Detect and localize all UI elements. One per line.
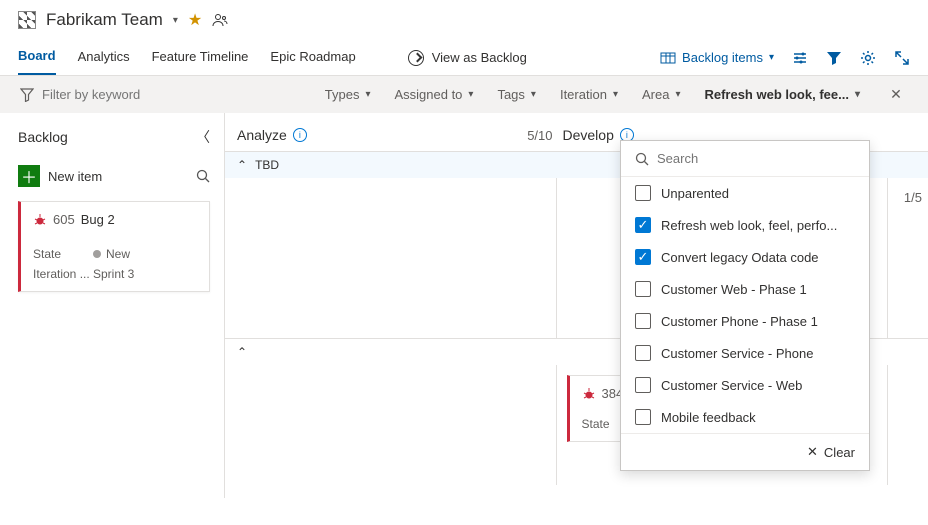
page-header: Fabrikam Team ▾ ★ [0, 0, 928, 40]
card-title-text: Bug 2 [81, 212, 115, 227]
filter-keyword[interactable] [20, 87, 210, 102]
filter-icon[interactable] [826, 50, 842, 66]
filter-bar: Types▾ Assigned to▾ Tags▾ Iteration▾ Are… [0, 76, 928, 113]
iteration-value: Sprint 3 [93, 267, 197, 281]
state-label: State [33, 247, 93, 261]
new-item-button[interactable]: ＋ [18, 165, 40, 187]
team-icon [18, 11, 36, 29]
dropdown-item-convert[interactable]: ✓Convert legacy Odata code [621, 241, 869, 273]
filter-area[interactable]: Area▾ [642, 87, 681, 102]
filter-parent[interactable]: Refresh web look, fee...▾ [704, 87, 860, 102]
funnel-icon [20, 88, 34, 102]
chevron-down-icon: ⌃ [237, 345, 247, 359]
gear-icon[interactable] [860, 50, 876, 66]
dropdown-search[interactable] [621, 141, 869, 177]
filter-tags[interactable]: Tags▾ [497, 87, 536, 102]
backlog-items-label: Backlog items [682, 50, 763, 65]
chevron-down-icon[interactable]: ▾ [173, 15, 178, 26]
filter-keyword-input[interactable] [42, 87, 182, 102]
column-right-wip: 1/5 [904, 190, 922, 205]
swim-cell-right-2[interactable] [888, 365, 928, 485]
expand-icon[interactable] [894, 50, 910, 66]
checkbox-checked-icon[interactable]: ✓ [635, 249, 651, 265]
tab-actions: Backlog items ▾ [660, 50, 910, 66]
search-icon [635, 152, 649, 166]
checkbox-icon[interactable] [635, 409, 651, 425]
close-icon: ✕ [807, 444, 818, 460]
dropdown-item-customer-phone[interactable]: Customer Phone - Phase 1 [621, 305, 869, 337]
filter-groups: Types▾ Assigned to▾ Tags▾ Iteration▾ Are… [325, 86, 908, 103]
collapse-sidebar-button[interactable]: 〈 [196, 127, 210, 147]
chevron-down-icon: ▾ [613, 89, 618, 100]
dropdown-list[interactable]: Unparented ✓Refresh web look, feel, perf… [621, 177, 869, 433]
bug-icon [582, 387, 596, 401]
wip-analyze: 5/10 [527, 128, 552, 143]
dropdown-item-service-phone[interactable]: Customer Service - Phone [621, 337, 869, 369]
info-icon[interactable]: i [293, 128, 307, 142]
filter-types[interactable]: Types▾ [325, 87, 371, 102]
swim-cell-analyze[interactable] [225, 178, 557, 338]
search-icon[interactable] [196, 169, 210, 183]
view-as-backlog[interactable]: View as Backlog [408, 50, 527, 66]
dropdown-item-mobile-feedback[interactable]: Mobile feedback [621, 401, 869, 433]
swimlane-label: TBD [255, 158, 279, 172]
chevron-down-icon: ▾ [531, 89, 536, 100]
sidebar: Backlog 〈 ＋ New item 605 Bug 2 State New… [0, 113, 225, 498]
checkbox-icon[interactable] [635, 377, 651, 393]
chevron-down-icon: ⌃ [237, 158, 247, 172]
dropdown-clear-button[interactable]: ✕ Clear [621, 433, 869, 470]
view-as-backlog-label: View as Backlog [432, 50, 527, 65]
backlog-card[interactable]: 605 Bug 2 State New Iteration ... Sprint… [18, 201, 210, 292]
backlog-items-dropdown[interactable]: Backlog items ▾ [660, 50, 774, 66]
tab-bar: Board Analytics Feature Timeline Epic Ro… [0, 40, 928, 76]
dropdown-item-customer-web[interactable]: Customer Web - Phase 1 [621, 273, 869, 305]
checkbox-icon[interactable] [635, 345, 651, 361]
sidebar-title: Backlog [18, 129, 68, 145]
swim-cell-analyze-2[interactable] [225, 365, 557, 485]
parent-filter-dropdown: Unparented ✓Refresh web look, feel, perf… [620, 140, 870, 471]
checkbox-checked-icon[interactable]: ✓ [635, 217, 651, 233]
new-item-label[interactable]: New item [48, 169, 188, 184]
filter-assigned-to[interactable]: Assigned to▾ [394, 87, 473, 102]
star-icon[interactable]: ★ [188, 10, 202, 30]
dropdown-item-service-web[interactable]: Customer Service - Web [621, 369, 869, 401]
tab-feature-timeline[interactable]: Feature Timeline [152, 41, 249, 74]
checkbox-icon[interactable] [635, 185, 651, 201]
iteration-label: Iteration ... [33, 267, 93, 281]
column-analyze[interactable]: Analyzei5/10 [237, 127, 553, 143]
bug-icon [33, 213, 47, 227]
arrow-circle-icon [408, 50, 424, 66]
tab-epic-roadmap[interactable]: Epic Roadmap [270, 41, 355, 74]
dropdown-item-refresh[interactable]: ✓Refresh web look, feel, perfo... [621, 209, 869, 241]
tab-board[interactable]: Board [18, 40, 56, 75]
checkbox-icon[interactable] [635, 313, 651, 329]
state-value: New [93, 247, 197, 261]
chevron-down-icon: ▾ [675, 89, 680, 100]
card-id: 605 [53, 212, 75, 227]
team-name[interactable]: Fabrikam Team [46, 10, 163, 30]
board-icon [660, 50, 676, 66]
people-icon[interactable] [212, 12, 228, 28]
filter-iteration[interactable]: Iteration▾ [560, 87, 618, 102]
sliders-icon[interactable] [792, 50, 808, 66]
clear-label: Clear [824, 445, 855, 460]
chevron-down-icon: ▾ [855, 89, 860, 100]
dropdown-search-input[interactable] [657, 151, 855, 166]
chevron-down-icon: ▾ [365, 89, 370, 100]
tab-analytics[interactable]: Analytics [78, 41, 130, 74]
chevron-down-icon: ▾ [468, 89, 473, 100]
dropdown-item-unparented[interactable]: Unparented [621, 177, 869, 209]
checkbox-icon[interactable] [635, 281, 651, 297]
chevron-down-icon: ▾ [769, 52, 774, 63]
close-filter-button[interactable]: ✕ [884, 86, 908, 103]
